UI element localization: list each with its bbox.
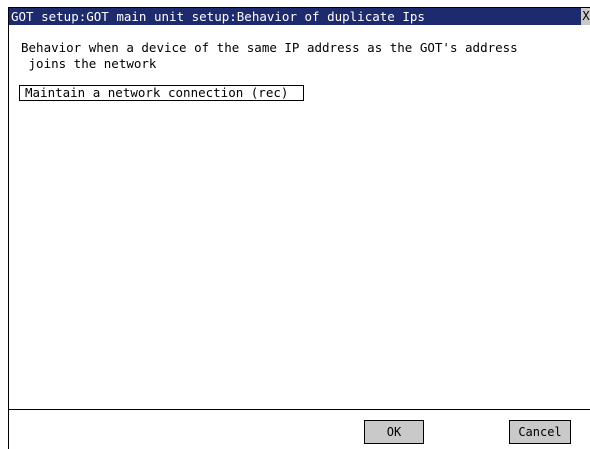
cancel-button[interactable]: Cancel — [509, 420, 571, 444]
close-icon[interactable]: X — [581, 8, 590, 25]
ok-button[interactable]: OK — [364, 420, 424, 444]
duplicate-ip-behavior-select[interactable]: Maintain a network connection (rec) — [19, 85, 304, 101]
title-bar: GOT setup:GOT main unit setup:Behavior o… — [9, 8, 590, 25]
footer-divider — [9, 409, 590, 410]
dialog-window: GOT setup:GOT main unit setup:Behavior o… — [8, 7, 590, 449]
behavior-description: Behavior when a device of the same IP ad… — [21, 40, 518, 71]
window-title: GOT setup:GOT main unit setup:Behavior o… — [11, 9, 425, 24]
